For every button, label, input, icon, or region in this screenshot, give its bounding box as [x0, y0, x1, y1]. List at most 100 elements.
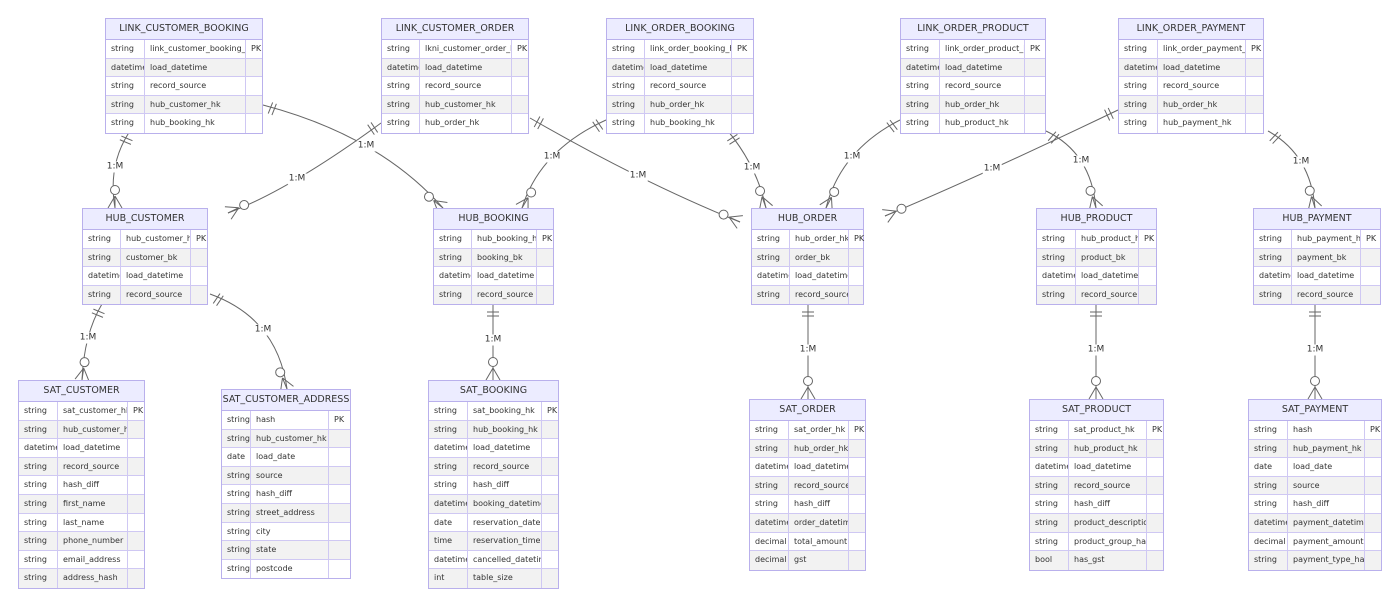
attribute-key	[732, 96, 755, 114]
attribute-row: datetime payment_datetime	[1249, 513, 1381, 533]
entity-hub-booking[interactable]: HUB_BOOKING string hub_booking_hk PK string b…	[433, 208, 555, 306]
attribute-name: load_date	[251, 448, 329, 466]
attribute-type: string	[750, 421, 789, 439]
attribute-key	[246, 96, 264, 114]
attribute-key	[512, 77, 530, 95]
zero-marker-icon	[488, 357, 498, 367]
entity-title: SAT_PRODUCT	[1030, 400, 1163, 421]
attribute-key	[849, 551, 867, 570]
attribute-row: datetime load_datetime	[1037, 267, 1156, 286]
attribute-row: time reservation_time	[429, 532, 558, 551]
attribute-name: hash_diff	[251, 485, 329, 503]
attribute-type: datetime	[1030, 458, 1069, 476]
attribute-key	[1365, 495, 1383, 513]
entity-sat-order[interactable]: SAT_ORDER string sat_order_hk PK string hub_o…	[749, 399, 866, 571]
relationship-label: 1:M	[287, 173, 307, 185]
attribute-type: string	[1254, 230, 1292, 248]
many-marker-icon	[485, 367, 501, 381]
entity-sat-product[interactable]: SAT_PRODUCT string sat_product_hk PK string h…	[1029, 399, 1164, 571]
attribute-name: payment_datetime	[1288, 513, 1365, 532]
attribute-type: string	[1030, 495, 1069, 513]
attribute-key	[537, 286, 555, 305]
attribute-name: record_source	[121, 285, 191, 305]
attribute-type: string	[1030, 439, 1069, 458]
entity-link-customer-booking[interactable]: LINK_CUSTOMER_BOOKING string link_customer…	[105, 18, 263, 134]
attribute-name: hub_product_hk	[1076, 230, 1139, 248]
attribute-name: hub_order_hk	[789, 439, 849, 458]
attribute-name: hub_customer_hk	[420, 95, 512, 114]
attribute-name: hash_diff	[58, 476, 128, 494]
attribute-key	[1147, 514, 1165, 532]
zero-marker-icon	[755, 186, 766, 197]
relationship-label: 1:M	[1305, 344, 1325, 356]
entity-sat-payment[interactable]: SAT_PAYMENT string hash PK string hub_payment…	[1248, 399, 1382, 571]
relationship-label: 1:M	[542, 151, 562, 163]
entity-title: LINK_ORDER_PAYMENT	[1119, 19, 1263, 40]
attribute-type: datetime	[83, 267, 121, 285]
entity-sat-booking[interactable]: SAT_BOOKING string sat_booking_hk PK string h…	[428, 380, 559, 589]
entity-hub-customer[interactable]: HUB_CUSTOMER string hub_customer_hk PK strin…	[82, 208, 209, 306]
attribute-name: product_group_hash	[1069, 532, 1147, 551]
entity-sat-customer[interactable]: SAT_CUSTOMER string sat_customer_hk PK strin…	[18, 380, 145, 589]
attribute-name: record_source	[789, 476, 849, 495]
attribute-type: string	[750, 476, 789, 495]
attribute-key	[191, 267, 209, 285]
relationship-label: 1:M	[483, 334, 503, 346]
attribute-type: string	[1037, 248, 1076, 267]
relationship-label: 1:M	[105, 161, 125, 173]
attribute-type: string	[1030, 513, 1069, 532]
attribute-type: string	[1030, 476, 1069, 495]
attribute-key	[128, 514, 146, 532]
entity-hub-order[interactable]: HUB_ORDER string hub_order_hk PK string order…	[751, 208, 865, 306]
attribute-name: hub_payment_hk	[1158, 114, 1246, 133]
attribute-key	[542, 439, 560, 457]
attribute-row: string product_description	[1030, 513, 1165, 533]
attribute-name: record_source	[790, 285, 849, 305]
attribute-type: string	[83, 230, 121, 248]
attribute-row: string hub_booking_hk	[429, 420, 558, 440]
attribute-name: product_bk	[1076, 248, 1139, 267]
attribute-type: string	[222, 503, 251, 522]
attribute-row: string hub_product_hk PK	[1037, 230, 1156, 249]
entity-link-customer-order[interactable]: LINK_CUSTOMER_ORDER string lkni_customer_o…	[381, 18, 529, 134]
attribute-type: datetime	[382, 58, 420, 77]
attribute-row: string sat_booking_hk PK	[429, 402, 558, 421]
attribute-row: string state	[222, 541, 350, 560]
attribute-key	[1147, 551, 1165, 570]
attribute-key	[1246, 59, 1265, 77]
entity-link-order-booking[interactable]: LINK_ORDER_BOOKING string link_order_booki…	[606, 18, 754, 134]
attribute-key	[732, 77, 755, 95]
entity-title: HUB_PRODUCT	[1037, 209, 1156, 230]
attribute-name: record_source	[645, 77, 732, 95]
attribute-row: date load_date	[222, 448, 350, 467]
attribute-name: record_source	[420, 77, 512, 95]
attribute-row: string hub_order_hk	[750, 439, 865, 459]
attribute-type: string	[222, 466, 251, 485]
attribute-name: hash_diff	[789, 495, 849, 513]
attribute-type: string	[1254, 248, 1292, 267]
entity-hub-product[interactable]: HUB_PRODUCT string hub_product_hk PK string p…	[1036, 208, 1157, 306]
entity-title: SAT_PAYMENT	[1249, 400, 1381, 421]
attribute-type: string	[19, 402, 58, 420]
attribute-row: string hash_diff	[750, 495, 865, 514]
attribute-key	[542, 532, 560, 550]
entity-link-order-product[interactable]: LINK_ORDER_PRODUCT string link_order_produ…	[900, 18, 1046, 134]
entity-hub-payment[interactable]: HUB_PAYMENT string hub_payment_hk PK string p…	[1253, 208, 1381, 306]
attribute-row: string record_source	[750, 476, 865, 496]
attribute-row: int table_size	[429, 569, 558, 588]
attribute-row: string address_hash	[19, 569, 144, 588]
entity-link-order-payment[interactable]: LINK_ORDER_PAYMENT string link_order_payme…	[1118, 18, 1264, 134]
attribute-type: string	[106, 77, 145, 95]
entity-sat-customer-address[interactable]: SAT_CUSTOMER_ADDRESS string hash PK string hu…	[221, 389, 351, 580]
attribute-key	[849, 286, 865, 305]
attribute-key	[329, 448, 352, 466]
attribute-type: string	[1249, 421, 1288, 439]
many-marker-icon	[224, 206, 240, 220]
attribute-type: string	[1119, 95, 1158, 114]
attribute-type: string	[1119, 114, 1158, 133]
attribute-name: record_source	[472, 285, 537, 305]
attribute-name: total_amount	[789, 532, 849, 551]
attribute-key: PK	[251, 44, 262, 53]
attribute-type: string	[434, 248, 472, 267]
attribute-row: string first_name	[19, 494, 144, 514]
